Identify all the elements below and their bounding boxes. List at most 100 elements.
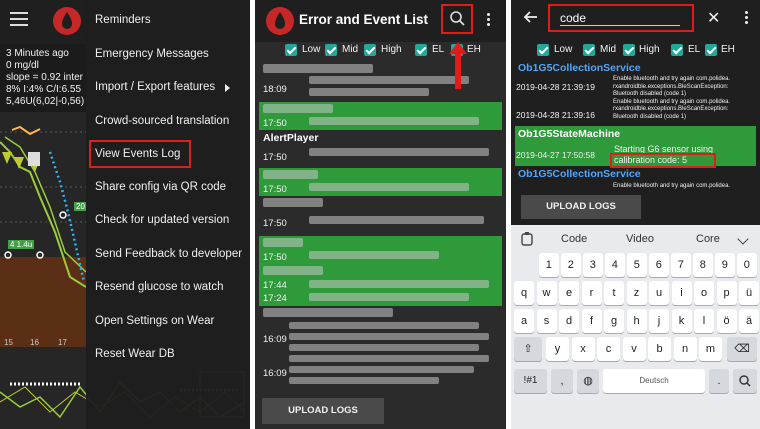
search-key[interactable] bbox=[733, 369, 757, 393]
letter-key[interactable]: d bbox=[559, 309, 579, 333]
filter-label-el: EL bbox=[688, 44, 701, 55]
number-key[interactable]: 5 bbox=[627, 253, 647, 277]
letter-key[interactable]: v bbox=[622, 337, 646, 361]
log-row[interactable]: 18:09 bbox=[259, 62, 502, 102]
suggestion-item[interactable]: Video bbox=[626, 233, 654, 245]
letter-key[interactable]: i bbox=[671, 281, 692, 305]
clipboard-icon[interactable] bbox=[519, 231, 535, 247]
period-key[interactable]: . bbox=[709, 369, 729, 393]
letter-key[interactable]: p bbox=[716, 281, 737, 305]
checkbox-high[interactable] bbox=[364, 44, 376, 56]
event-log-list[interactable]: 18:09 17:50 AlertPlayer 17:50 17:50 17:5… bbox=[259, 62, 502, 390]
number-key[interactable]: 6 bbox=[649, 253, 669, 277]
overflow-menu-icon[interactable] bbox=[745, 11, 749, 26]
suggestion-item[interactable]: Code bbox=[561, 233, 587, 245]
log-row[interactable]: 17:50 bbox=[259, 196, 502, 236]
log-row[interactable]: 17:44 17:24 bbox=[259, 264, 502, 306]
letter-key[interactable]: q bbox=[514, 281, 534, 305]
menu-item-share-config[interactable]: Share config via QR code bbox=[95, 181, 226, 193]
checkbox-mid[interactable] bbox=[583, 44, 595, 56]
log-row[interactable]: 17:50 bbox=[259, 168, 502, 196]
menu-item-emergency-messages[interactable]: Emergency Messages bbox=[95, 48, 209, 60]
log-row[interactable]: 17:50 bbox=[259, 102, 502, 130]
checkbox-el[interactable] bbox=[415, 44, 427, 56]
menu-item-resend-glucose[interactable]: Resend glucose to watch bbox=[95, 281, 224, 293]
filter-label-mid: Mid bbox=[342, 44, 359, 55]
letter-key[interactable]: f bbox=[581, 309, 602, 333]
filter-label-low: Low bbox=[554, 44, 573, 55]
checkbox-low[interactable] bbox=[285, 44, 297, 56]
glucose-status-text: 3 Minutes ago 0 mg/dl slope = 0.92 inter… bbox=[6, 48, 85, 107]
log-row[interactable]: 16:09 16:09 bbox=[259, 306, 502, 390]
checkbox-low[interactable] bbox=[537, 44, 549, 56]
letter-key[interactable]: b bbox=[648, 337, 671, 361]
checkbox-high[interactable] bbox=[623, 44, 635, 56]
menu-item-reminders[interactable]: Reminders bbox=[95, 14, 151, 26]
menu-item-reset-wear-db[interactable]: Reset Wear DB bbox=[95, 348, 175, 360]
number-key[interactable]: 3 bbox=[583, 253, 603, 277]
log-row[interactable]: AlertPlayer 17:50 bbox=[259, 130, 502, 168]
letter-key[interactable]: a bbox=[514, 309, 534, 333]
letter-key[interactable]: x bbox=[571, 337, 595, 361]
space-key[interactable]: Deutsch bbox=[603, 369, 705, 393]
letter-key[interactable]: y bbox=[546, 337, 569, 361]
menu-item-send-feedback[interactable]: Send Feedback to developer bbox=[95, 248, 242, 260]
number-key[interactable]: 2 bbox=[561, 253, 581, 277]
number-key[interactable]: 0 bbox=[737, 253, 757, 277]
upload-logs-button[interactable]: UPLOAD LOGS bbox=[262, 398, 384, 424]
letter-key[interactable]: l bbox=[694, 309, 714, 333]
menu-item-import-export[interactable]: Import / Export features bbox=[95, 81, 215, 93]
search-button[interactable] bbox=[441, 4, 473, 34]
checkbox-eh[interactable] bbox=[705, 44, 717, 56]
number-key[interactable]: 1 bbox=[539, 253, 559, 277]
letter-key[interactable]: e bbox=[559, 281, 579, 305]
glucose-chart[interactable]: 20 4 1.4u 15 16 17 bbox=[0, 112, 87, 362]
letter-key[interactable]: u bbox=[649, 281, 669, 305]
upload-logs-button[interactable]: UPLOAD LOGS bbox=[521, 195, 641, 219]
overflow-menu-icon[interactable] bbox=[487, 13, 491, 28]
letter-key[interactable]: o bbox=[694, 281, 714, 305]
letter-key[interactable]: ü bbox=[739, 281, 759, 305]
letter-key[interactable]: z bbox=[626, 281, 647, 305]
submenu-arrow-icon bbox=[225, 84, 230, 92]
shift-key[interactable]: ⇧ bbox=[514, 337, 542, 361]
number-key[interactable]: 9 bbox=[715, 253, 735, 277]
number-key[interactable]: 7 bbox=[671, 253, 691, 277]
letter-key[interactable]: g bbox=[604, 309, 624, 333]
xdrip-drop-logo-icon bbox=[266, 7, 294, 35]
blurred-text bbox=[309, 280, 489, 288]
letter-key[interactable]: c bbox=[597, 337, 620, 361]
search-input[interactable] bbox=[560, 10, 680, 26]
letter-key[interactable]: ä bbox=[739, 309, 759, 333]
checkbox-mid[interactable] bbox=[325, 44, 337, 56]
search-icon bbox=[739, 375, 751, 387]
letter-key[interactable]: w bbox=[536, 281, 557, 305]
letter-key[interactable]: t bbox=[604, 281, 624, 305]
letter-key[interactable]: n bbox=[673, 337, 697, 361]
hamburger-menu-icon[interactable] bbox=[10, 12, 28, 26]
blurred-text bbox=[263, 308, 393, 317]
chevron-down-icon[interactable] bbox=[737, 233, 749, 245]
letter-key[interactable]: ö bbox=[716, 309, 737, 333]
backspace-key[interactable]: ⌫ bbox=[727, 337, 757, 361]
letter-key[interactable]: r bbox=[581, 281, 602, 305]
log-row[interactable]: 17:50 bbox=[259, 236, 502, 264]
letter-key[interactable]: k bbox=[671, 309, 692, 333]
menu-item-open-settings-wear[interactable]: Open Settings on Wear bbox=[95, 315, 214, 327]
symbols-key[interactable]: !#1 bbox=[514, 369, 547, 393]
checkbox-el[interactable] bbox=[671, 44, 683, 56]
letter-key[interactable]: m bbox=[699, 337, 722, 361]
letter-key[interactable]: h bbox=[626, 309, 647, 333]
menu-item-translation[interactable]: Crowd-sourced translation bbox=[95, 115, 229, 127]
letter-key[interactable]: j bbox=[649, 309, 669, 333]
menu-item-check-update[interactable]: Check for updated version bbox=[95, 214, 229, 226]
back-arrow-icon[interactable] bbox=[523, 9, 539, 25]
suggestion-item[interactable]: Core bbox=[696, 233, 720, 245]
filter-row: Low Mid High EL EH bbox=[255, 44, 506, 60]
language-globe-icon[interactable]: ◍ bbox=[577, 369, 599, 393]
number-key[interactable]: 4 bbox=[605, 253, 625, 277]
clear-search-icon[interactable]: ✕ bbox=[707, 8, 720, 28]
comma-key[interactable]: , bbox=[551, 369, 573, 393]
number-key[interactable]: 8 bbox=[693, 253, 713, 277]
letter-key[interactable]: s bbox=[536, 309, 557, 333]
